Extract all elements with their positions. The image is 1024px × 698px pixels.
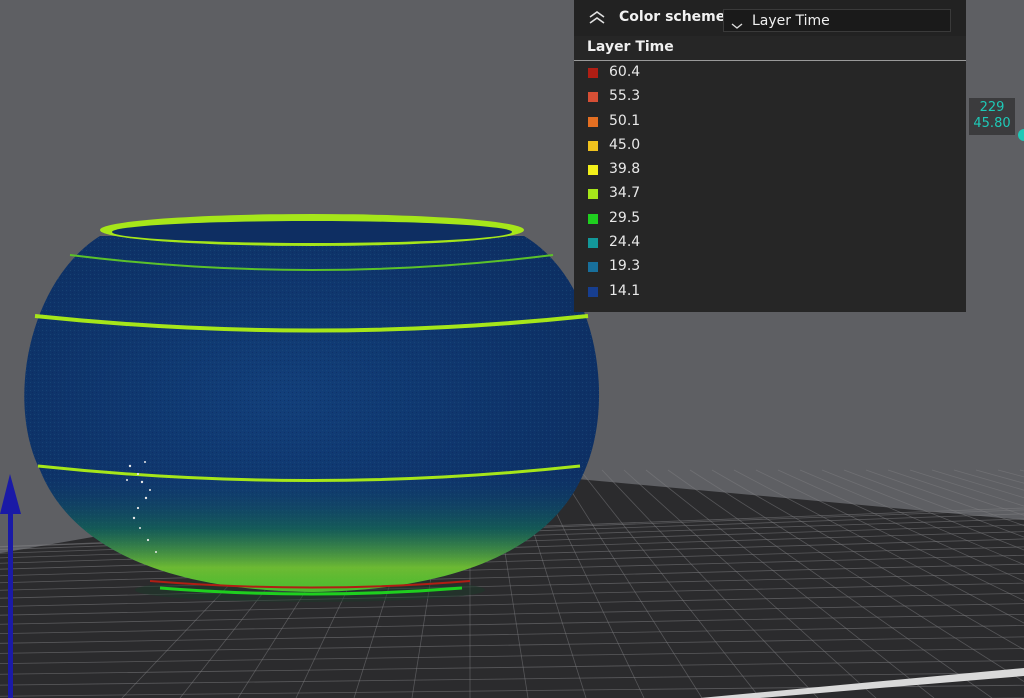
legend-item: 34.7 — [574, 183, 966, 207]
legend-item: 50.1 — [574, 111, 966, 135]
layer-number: 229 — [979, 100, 1005, 115]
legend-swatch — [588, 262, 598, 273]
legend-value: 39.8 — [609, 161, 641, 178]
legend-item: 60.4 — [574, 62, 966, 86]
legend-value: 24.4 — [609, 234, 641, 251]
layer-slider-readout: 229 45.80 — [969, 98, 1015, 135]
legend-item: 55.3 — [574, 86, 966, 110]
bowl-rim-inner — [112, 221, 512, 243]
chevron-down-icon — [731, 16, 743, 29]
legend-swatch — [588, 238, 598, 249]
legend-swatch — [588, 213, 598, 224]
legend-swatch — [588, 116, 598, 127]
legend-value: 50.1 — [609, 112, 641, 129]
legend-value: 55.3 — [609, 88, 641, 105]
legend-value: 45.0 — [609, 136, 641, 153]
legend-list: 60.4 55.3 50.1 45.0 39.8 34.7 29.5 24.4 — [574, 62, 966, 305]
legend-swatch — [588, 68, 598, 78]
color-scheme-label: Color scheme — [619, 9, 726, 25]
legend-item: 24.4 — [574, 232, 966, 256]
legend-swatch — [588, 165, 598, 176]
double-chevron-up-icon[interactable] — [586, 9, 608, 27]
legend-divider — [574, 60, 966, 61]
legend-value: 14.1 — [609, 282, 641, 299]
color-scheme-dropdown[interactable]: Layer Time — [723, 9, 951, 32]
legend-swatch — [588, 92, 598, 103]
legend-title: Layer Time — [587, 39, 674, 55]
legend-swatch — [588, 189, 598, 200]
legend-swatch — [588, 140, 598, 151]
legend-item: 45.0 — [574, 135, 966, 159]
layer-height: 45.80 — [973, 116, 1011, 131]
legend-item: 39.8 — [574, 159, 966, 183]
legend-value: 60.4 — [609, 64, 641, 80]
legend-item: 29.5 — [574, 208, 966, 232]
legend-item: 19.3 — [574, 256, 966, 280]
legend-item: 14.1 — [574, 281, 966, 305]
legend-value: 29.5 — [609, 209, 641, 226]
legend-value: 19.3 — [609, 258, 641, 275]
legend-swatch — [588, 286, 598, 297]
color-scheme-panel: Color scheme Layer Time Layer Time 60.4 … — [574, 0, 966, 312]
color-scheme-header: Color scheme Layer Time — [574, 0, 966, 36]
color-scheme-selected-value: Layer Time — [752, 13, 830, 29]
layer-slider-thumb[interactable] — [1018, 129, 1024, 141]
legend-value: 34.7 — [609, 185, 641, 202]
